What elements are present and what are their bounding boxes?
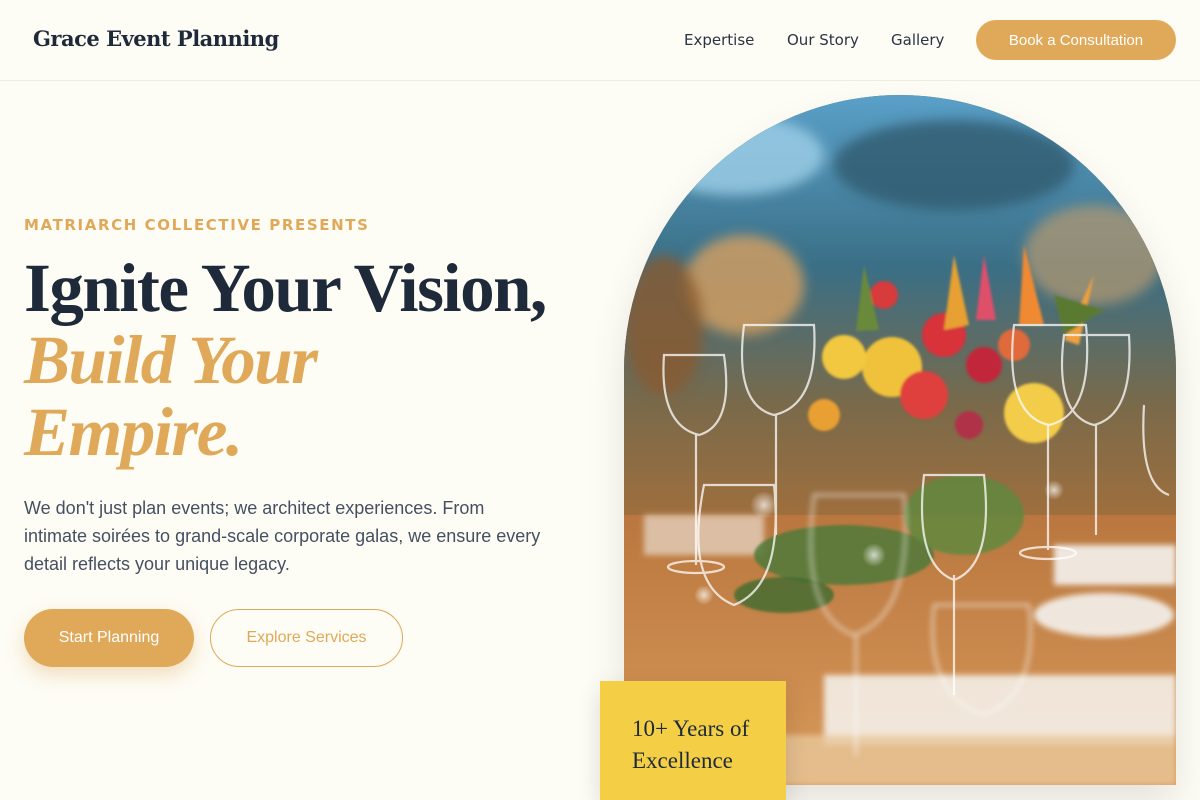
nav-link-expertise[interactable]: Expertise bbox=[684, 31, 754, 49]
headline-line-3: Empire. bbox=[24, 394, 243, 470]
badge-line-2: Excellence bbox=[632, 748, 733, 773]
hero-eyebrow: MATRIARCH COLLECTIVE PRESENTS bbox=[24, 216, 370, 234]
start-planning-button[interactable]: Start Planning bbox=[24, 609, 194, 667]
headline-line-2: Build Your bbox=[24, 322, 318, 398]
headline-line-1: Ignite Your Vision, bbox=[24, 250, 547, 326]
hero-headline: Ignite Your Vision, Build Your Empire. bbox=[24, 252, 614, 468]
site-header: Grace Event Planning Expertise Our Story… bbox=[0, 0, 1200, 81]
nav-link-our-story[interactable]: Our Story bbox=[787, 31, 859, 49]
badge-line-1: 10+ Years of bbox=[632, 716, 750, 741]
explore-services-button[interactable]: Explore Services bbox=[210, 609, 403, 667]
book-consultation-button[interactable]: Book a Consultation bbox=[976, 20, 1176, 60]
brand-logo[interactable]: Grace Event Planning bbox=[33, 26, 279, 51]
hero-description: We don't just plan events; we architect … bbox=[24, 498, 541, 574]
nav-link-gallery[interactable]: Gallery bbox=[891, 31, 944, 49]
experience-badge: 10+ Years of Excellence bbox=[600, 681, 786, 800]
